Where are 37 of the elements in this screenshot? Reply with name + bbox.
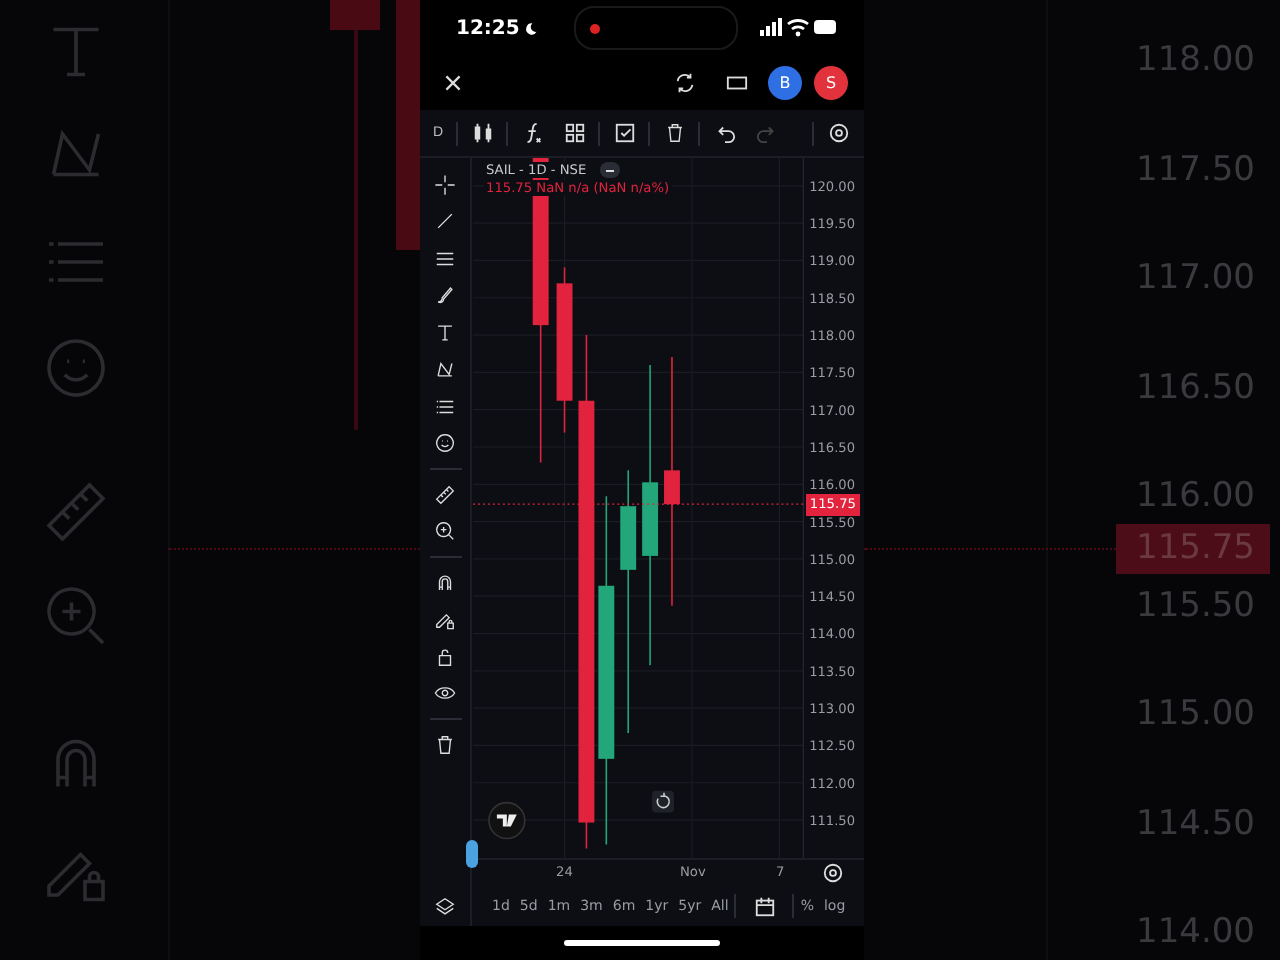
undo-icon[interactable] <box>713 122 735 144</box>
text-tool-icon[interactable] <box>434 321 456 344</box>
layers-icon[interactable] <box>434 896 456 919</box>
avatar[interactable]: S <box>814 66 848 100</box>
candles-icon[interactable] <box>471 122 493 144</box>
zoom-in-icon[interactable] <box>434 520 456 543</box>
checkbox-icon[interactable] <box>613 122 635 144</box>
ruler-icon[interactable] <box>434 483 456 506</box>
trash-icon[interactable] <box>663 122 685 144</box>
settings-icon[interactable] <box>827 122 849 144</box>
trash-icon[interactable] <box>434 733 456 756</box>
smiley-icon[interactable] <box>434 432 456 455</box>
calendar-icon[interactable] <box>753 895 776 918</box>
crosshair-icon[interactable] <box>434 173 456 196</box>
backdrop-ruler-icon <box>40 476 112 548</box>
settings-icon[interactable] <box>821 861 843 884</box>
magnet-icon[interactable] <box>434 571 456 594</box>
scroll-handle[interactable] <box>466 840 478 869</box>
parallel-lines-icon[interactable] <box>434 247 456 270</box>
avatar[interactable]: B <box>768 66 802 100</box>
line-tool-icon[interactable] <box>434 210 456 233</box>
grid-icon[interactable] <box>563 122 585 144</box>
fib-levels-icon[interactable] <box>434 395 456 418</box>
close-icon[interactable] <box>441 72 463 94</box>
pencil-lock-icon[interactable] <box>434 608 456 631</box>
screen-icon[interactable] <box>725 72 747 94</box>
logo-badge-icon <box>488 801 526 840</box>
pattern-icon[interactable] <box>434 358 456 381</box>
status-icons <box>760 18 840 38</box>
brush-icon[interactable] <box>434 284 456 307</box>
reset-view-icon[interactable] <box>652 790 674 813</box>
status-time: 12:25 <box>456 17 520 39</box>
lock-icon[interactable] <box>434 645 456 668</box>
moon-icon <box>523 21 538 35</box>
refresh-icon[interactable] <box>673 72 695 94</box>
collapse-button[interactable] <box>600 162 621 178</box>
eye-icon[interactable] <box>434 682 456 705</box>
